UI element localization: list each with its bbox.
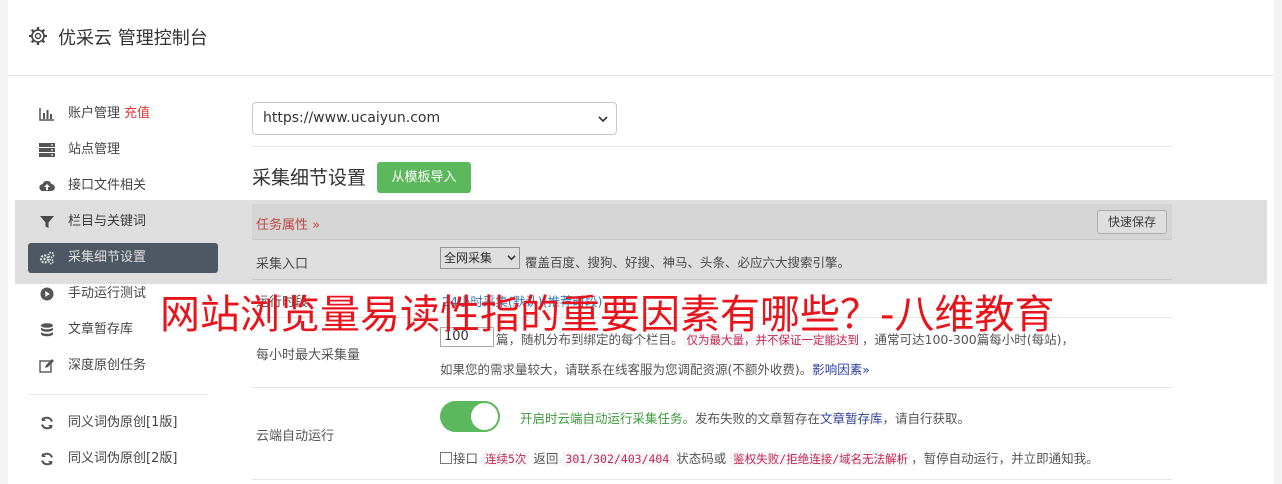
cloud-auto-row: 云端自动运行 开启时云端自动运行采集任务。发布失败的文章暂存在文章暂存库，请自行… [252,388,1172,480]
cloud-auto-label: 云端自动运行 [256,429,335,444]
recharge-link[interactable]: 充值 [124,106,150,121]
cloud-auto-green-text: 开启时云端自动运行采集任务。 [520,411,696,426]
code-text: 连续5次 [482,452,530,466]
import-template-button[interactable]: 从模板导入 [377,162,471,193]
cloud-upload-icon [39,180,55,192]
sidebar-item-synonym-v1[interactable]: 同义词伪原创[1版] [28,405,218,441]
divider [252,146,1172,147]
sidebar-item-label: 手动运行测试 [68,286,147,301]
max-per-hour-line2: 如果您的需求量较大，请联系在线客服为您调配资源(不额外收费)。影响因素» [440,359,870,378]
cloud-auto-text: ，暂停自动运行，并立即通知我。 [911,451,1099,466]
site-select-value: https://www.ucaiyun.com [263,110,441,126]
sidebar-item-sites[interactable]: 站点管理 [28,132,218,168]
cloud-auto-text: 发布失败的文章暂存在 [695,411,821,426]
sidebar-item-interface-files[interactable]: 接口文件相关 [28,168,218,204]
gear-icon [29,27,47,45]
play-circle-icon [40,287,54,301]
cloud-auto-text: 状态码或 [676,451,727,466]
server-icon [39,143,55,157]
section-title: 采集细节设置 [252,167,367,189]
watermark-overlay-bar [15,200,1267,284]
notify-checkbox[interactable] [440,452,452,464]
sidebar-item-label: 站点管理 [68,142,121,157]
checkbox-label: 接口 [453,451,479,466]
sidebar-item-label: 文章暂存库 [68,322,134,337]
sidebar-item-account[interactable]: 账户管理 充值 [28,96,218,132]
cloud-auto-text: 返回 [533,451,559,466]
sidebar-item-label: 同义词伪原创[2版] [68,451,178,466]
refresh-icon [41,416,53,430]
sidebar-item-label: 深度原创任务 [68,358,147,373]
site-select[interactable]: https://www.ucaiyun.com [252,102,617,135]
edit-icon [39,359,54,373]
sidebar-item-label: 账户管理 [68,106,121,121]
code-text: 301/302/403/404 [562,452,673,466]
page-title: 优采云 管理控制台 [58,28,208,49]
code-text: 鉴权失败/拒绝连接/域名无法解析 [730,452,912,466]
sidebar-item-deep-original[interactable]: 深度原创任务 [28,348,218,384]
sidebar-item-synonym-v2[interactable]: 同义词伪原创[2版] [28,441,218,477]
cloud-auto-line1: 开启时云端自动运行采集任务。发布失败的文章暂存在文章暂存库，请自行获取。 [520,408,970,427]
max-per-hour-text: 如果您的需求量较大，请联系在线客服为您调配资源(不额外收费)。 [440,362,813,377]
impact-factors-link[interactable]: 影响因素» [812,362,870,377]
sidebar-item-label: 接口文件相关 [68,178,147,193]
max-per-hour-label: 每小时最大采集量 [256,348,361,363]
watermark-text: 网站浏览量易读性指的重要因素有哪些？-八维教育 [160,292,1055,338]
database-icon [41,323,53,337]
cloud-auto-line2: 接口 连续5次 返回 301/302/403/404 状态码或 鉴权失败/拒绝连… [440,448,1099,467]
refresh-icon [41,452,53,466]
sidebar-item-label: 同义词伪原创[1版] [68,415,178,430]
article-store-link[interactable]: 文章暂存库 [820,411,883,426]
sidebar-divider [28,394,208,395]
toggle-knob [471,403,498,430]
cloud-auto-text: ，请自行获取。 [882,411,971,426]
bar-chart-icon [39,108,54,121]
chevron-down-icon [598,116,608,123]
cloud-auto-toggle[interactable] [440,401,500,432]
top-header: 优采云 管理控制台 [8,0,1274,76]
